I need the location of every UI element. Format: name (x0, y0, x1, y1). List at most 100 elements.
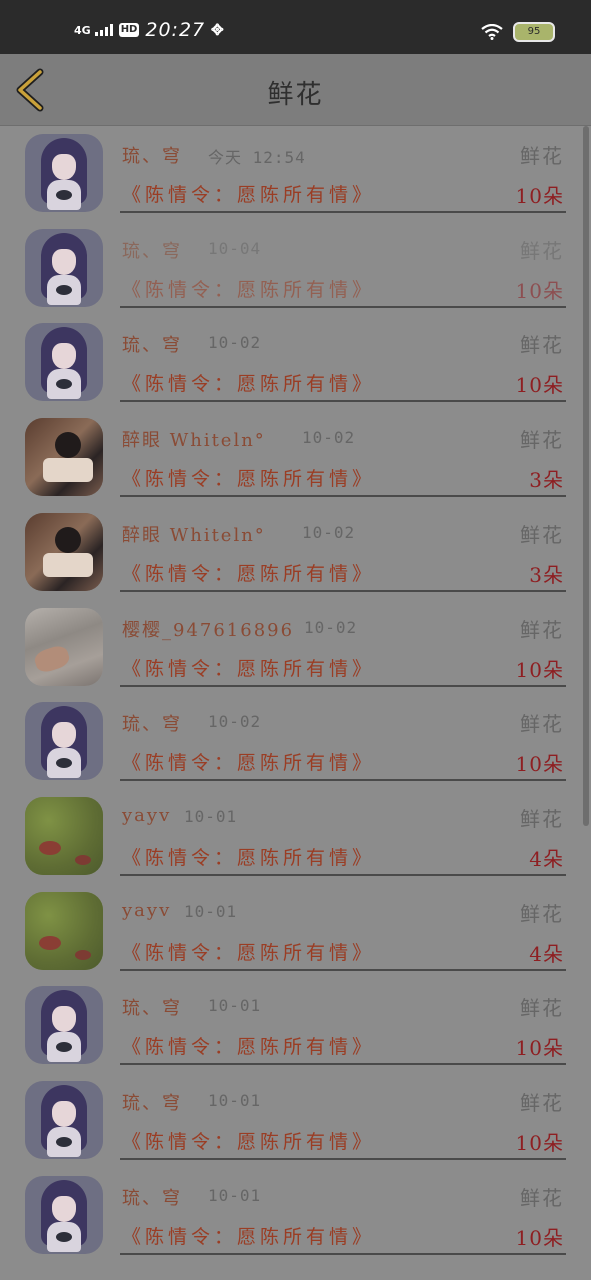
row-divider (120, 873, 566, 876)
row-divider (120, 589, 566, 592)
gift-type-label: 鲜花 (520, 996, 564, 1021)
status-right: 95 (481, 22, 555, 42)
flower-count: 10朵 (515, 752, 564, 777)
book-title[interactable]: 《陈情令：愿陈所有情》 (122, 1127, 375, 1154)
avatar[interactable] (25, 1081, 103, 1159)
book-title[interactable]: 《陈情令：愿陈所有情》 (122, 180, 375, 207)
book-title[interactable]: 《陈情令：愿陈所有情》 (122, 1032, 375, 1059)
list-item[interactable]: 琉、穹 10-02 鲜花《陈情令：愿陈所有情》 10朵 (0, 315, 580, 409)
page-title: 鲜花 (267, 80, 324, 110)
avatar[interactable] (25, 702, 103, 781)
gift-type-label: 鲜花 (520, 522, 564, 547)
flower-count: 10朵 (515, 1131, 564, 1155)
book-title[interactable]: 《陈情令：愿陈所有情》 (122, 464, 375, 491)
timestamp: 10-02 (302, 428, 356, 448)
gift-type-label: 鲜花 (520, 333, 564, 358)
list-item[interactable]: 琉、穹 10-01 鲜花《陈情令：愿陈所有情》 10朵 (0, 978, 580, 1072)
row-divider (120, 968, 566, 971)
avatar[interactable] (25, 134, 103, 212)
avatar[interactable] (25, 418, 103, 497)
gift-type-label: 鲜花 (520, 806, 564, 831)
list-item[interactable]: yayv 10-01 鲜花 《陈情令：愿陈所有情》 4朵 (0, 884, 580, 978)
gift-type-label: 鲜花 (520, 1091, 564, 1115)
flower-count: 10朵 (515, 657, 564, 682)
book-title[interactable]: 《陈情令：愿陈所有情》 (122, 369, 375, 396)
timestamp: 10-02 (302, 522, 356, 542)
row-divider (120, 1158, 566, 1160)
timestamp: 10-02 (208, 333, 262, 353)
username[interactable]: 醉眼 Whiteln° (122, 521, 266, 547)
gift-type-label: 鲜花 (520, 712, 564, 737)
username[interactable]: 琉、穹 (122, 237, 182, 263)
list-item[interactable]: 琉、穹 10-01 鲜花 《陈情令：愿陈所有情》 10朵 (0, 1168, 580, 1262)
avatar[interactable] (25, 891, 103, 970)
flower-count: 10朵 (515, 1036, 564, 1061)
book-title[interactable]: 《陈情令：愿陈所有情》 (122, 559, 375, 586)
gift-type-label: 鲜花 (520, 617, 564, 642)
list-item[interactable]: 琉、穹 今天 12:54 鲜花 《陈情令：愿陈所有情》 10朵 (0, 126, 580, 220)
status-left: 4G HD 20:27 ᪣ (74, 18, 224, 42)
row-divider (120, 400, 566, 403)
list-item[interactable]: 琉、穹 10-01 鲜花《陈情令：愿陈所有情》 10朵 (0, 1073, 580, 1167)
avatar[interactable] (25, 986, 103, 1065)
username[interactable]: 琉、穹 (122, 710, 182, 736)
avatar[interactable] (25, 228, 103, 307)
book-title[interactable]: 《陈情令：愿陈所有情》 (122, 275, 375, 302)
row-divider (120, 495, 566, 498)
status-bar: 4G HD 20:27 ᪣ 95 (0, 0, 591, 54)
avatar[interactable] (25, 796, 103, 875)
flower-count: 10朵 (515, 278, 564, 303)
row-divider (120, 211, 566, 213)
row-divider (120, 1063, 566, 1066)
username[interactable]: yayv (122, 805, 171, 826)
username[interactable]: 琉、穹 (122, 331, 182, 357)
avatar[interactable] (25, 512, 103, 591)
username[interactable]: 琉、穹 (122, 994, 182, 1020)
signal-icon (94, 24, 113, 36)
timestamp: 10-02 (304, 617, 358, 637)
gift-type-label: 鲜花 (520, 238, 564, 263)
username[interactable]: yayv (122, 900, 171, 921)
timestamp: 今天 12:54 (208, 148, 306, 167)
row-divider (120, 684, 566, 687)
timestamp: 10-01 (208, 996, 262, 1016)
book-title[interactable]: 《陈情令：愿陈所有情》 (122, 748, 375, 775)
username[interactable]: 樱樱_947616896 (122, 616, 294, 642)
username[interactable]: 醉眼 Whiteln° (122, 426, 266, 452)
hd-badge: HD (118, 23, 140, 37)
book-title[interactable]: 《陈情令：愿陈所有情》 (122, 654, 375, 681)
timestamp: 10-01 (208, 1185, 262, 1205)
flower-count: 4朵 (529, 846, 564, 871)
flower-count: 10朵 (515, 373, 564, 398)
gift-type-label: 鲜花 (520, 901, 564, 926)
list-item[interactable]: 樱樱_947616896 10-02 鲜花《陈情令：愿陈所有情》 10朵 (0, 600, 580, 694)
status-time: 20:27 (145, 19, 206, 41)
flower-count: 10朵 (515, 184, 564, 208)
book-title[interactable]: 《陈情令：愿陈所有情》 (122, 938, 375, 965)
avatar[interactable] (25, 1175, 103, 1254)
timestamp: 10-02 (208, 712, 262, 732)
list-item[interactable]: 醉眼 Whiteln° 10-02 鲜花 《陈情令：愿陈所有情》 3朵 (0, 410, 580, 504)
avatar[interactable] (25, 323, 103, 402)
book-title[interactable]: 《陈情令：愿陈所有情》 (122, 843, 375, 870)
timestamp: 10-01 (184, 806, 238, 826)
gift-type-label: 鲜花 (520, 428, 564, 453)
scrollbar[interactable] (583, 126, 589, 826)
list-item[interactable]: 琉、穹 10-02 鲜花《陈情令：愿陈所有情》 10朵 (0, 694, 580, 788)
flower-record-list[interactable]: 琉、穹 今天 12:54 鲜花 《陈情令：愿陈所有情》 10朵 琉、穹 10-04 鲜花 《陈情… (0, 126, 591, 1280)
book-title[interactable]: 《陈情令：愿陈所有情》 (122, 1222, 375, 1249)
list-item[interactable]: 醉眼 Whiteln° 10-02 鲜花 《陈情令：愿陈所有情》 3朵 (0, 505, 580, 599)
list-item[interactable]: 琉、穹 10-04 鲜花《陈情令：愿陈所有情》 10朵 (0, 221, 580, 315)
username[interactable]: 琉、穹 (122, 1089, 182, 1115)
row-divider (120, 1252, 566, 1255)
username[interactable]: 琉、穹 (122, 142, 182, 168)
notification-icon: ᪣ (211, 20, 224, 38)
timestamp: 10-01 (208, 1091, 262, 1110)
list-item[interactable]: yayv 10-01 鲜花《陈情令：愿陈所有情》 4朵 (0, 789, 580, 883)
row-divider (120, 305, 566, 308)
flower-count: 4朵 (529, 941, 564, 966)
username[interactable]: 琉、穹 (122, 1184, 182, 1210)
avatar[interactable] (25, 607, 103, 686)
timestamp: 10-04 (208, 238, 262, 258)
wifi-icon (481, 24, 503, 40)
